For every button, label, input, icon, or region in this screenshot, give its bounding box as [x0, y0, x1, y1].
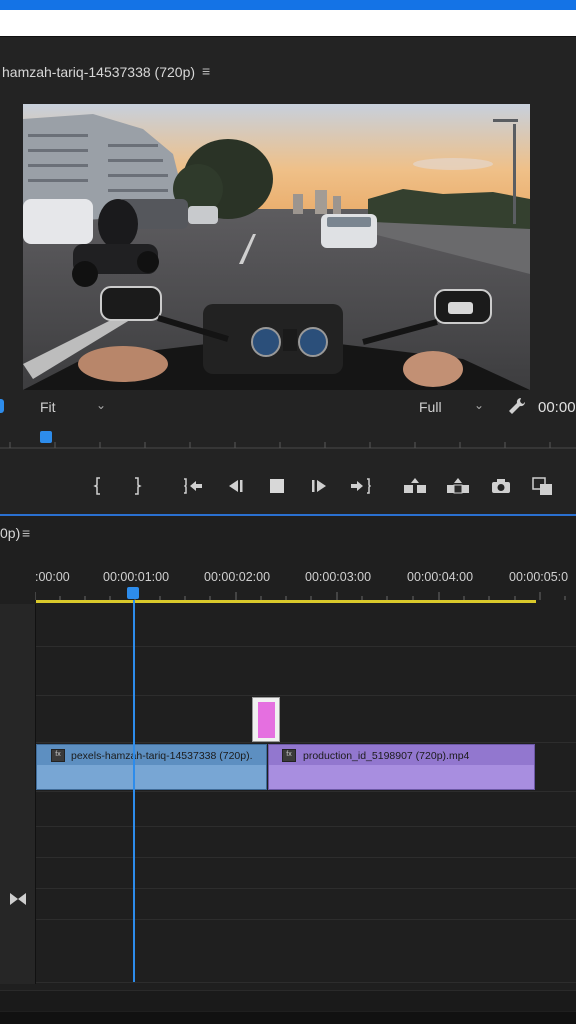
track-row: [36, 647, 576, 696]
track-row: [36, 889, 576, 920]
playback-resolution-select[interactable]: Full: [419, 399, 442, 415]
ruler-label: 00:00:01:00: [103, 570, 170, 584]
graphic-clip-fill: [258, 702, 275, 738]
track-row: [36, 858, 576, 889]
ruler-label: 00:00:02:00: [204, 570, 271, 584]
app-title-bar: [0, 0, 576, 10]
program-monitor-time-ruler[interactable]: [0, 428, 576, 450]
ruler-label: 00:00:05:0: [509, 570, 569, 584]
bottom-edge: [0, 1012, 576, 1024]
insert-icon[interactable]: [401, 476, 429, 496]
compare-icon[interactable]: [530, 476, 556, 496]
camera-icon[interactable]: [490, 476, 512, 496]
clip-name: pexels-hamzah-tariq-14537338 (720p).: [71, 750, 253, 762]
program-monitor-title[interactable]: hamzah-tariq-14537338 (720p): [2, 64, 195, 80]
panel-menu-icon[interactable]: ≡: [22, 525, 30, 541]
chevron-down-icon[interactable]: ⌄: [96, 398, 106, 412]
zoom-level-select[interactable]: Fit: [40, 399, 56, 415]
chevron-down-icon[interactable]: ⌄: [474, 398, 484, 412]
overwrite-icon[interactable]: [444, 476, 472, 496]
work-area-bar[interactable]: [36, 600, 536, 603]
track-row: [36, 792, 576, 827]
timeline-playhead-line[interactable]: [133, 600, 135, 982]
panel-edge-indicator: [0, 399, 4, 413]
step-forward-icon[interactable]: [309, 476, 331, 496]
track-row: [36, 920, 576, 983]
track-row: [36, 604, 576, 647]
video-preview: [23, 104, 530, 390]
go-to-in-icon[interactable]: [180, 476, 204, 496]
fx-badge-icon: fx: [51, 749, 65, 762]
video-frame-illustration: [23, 104, 530, 390]
fx-badge-icon: fx: [282, 749, 296, 762]
clip-name: production_id_5198907 (720p).mp4: [303, 750, 470, 762]
timeline-horizontal-scrollbar[interactable]: [0, 990, 576, 1011]
track-row: [36, 827, 576, 858]
audio-meter-icon[interactable]: [10, 892, 26, 908]
program-timecode[interactable]: 00:00: [538, 399, 576, 416]
timeline-playhead[interactable]: [127, 587, 139, 599]
step-back-icon[interactable]: [224, 476, 246, 496]
program-monitor-playhead[interactable]: [40, 431, 52, 443]
track-row: [36, 696, 576, 743]
ruler-label: :00:00: [35, 570, 70, 584]
ruler-label: 00:00:03:00: [305, 570, 372, 584]
stop-icon[interactable]: [266, 476, 288, 496]
track-headers[interactable]: [0, 604, 36, 984]
ruler-label: 00:00:04:00: [407, 570, 474, 584]
header-strip: [0, 10, 576, 36]
sequence-tab-title[interactable]: 0p): [0, 525, 20, 541]
mark-in-icon[interactable]: [90, 476, 106, 496]
wrench-icon[interactable]: [507, 396, 527, 421]
panel-menu-icon[interactable]: ≡: [202, 63, 210, 79]
go-to-out-icon[interactable]: [349, 476, 373, 496]
mark-out-icon[interactable]: [129, 476, 145, 496]
